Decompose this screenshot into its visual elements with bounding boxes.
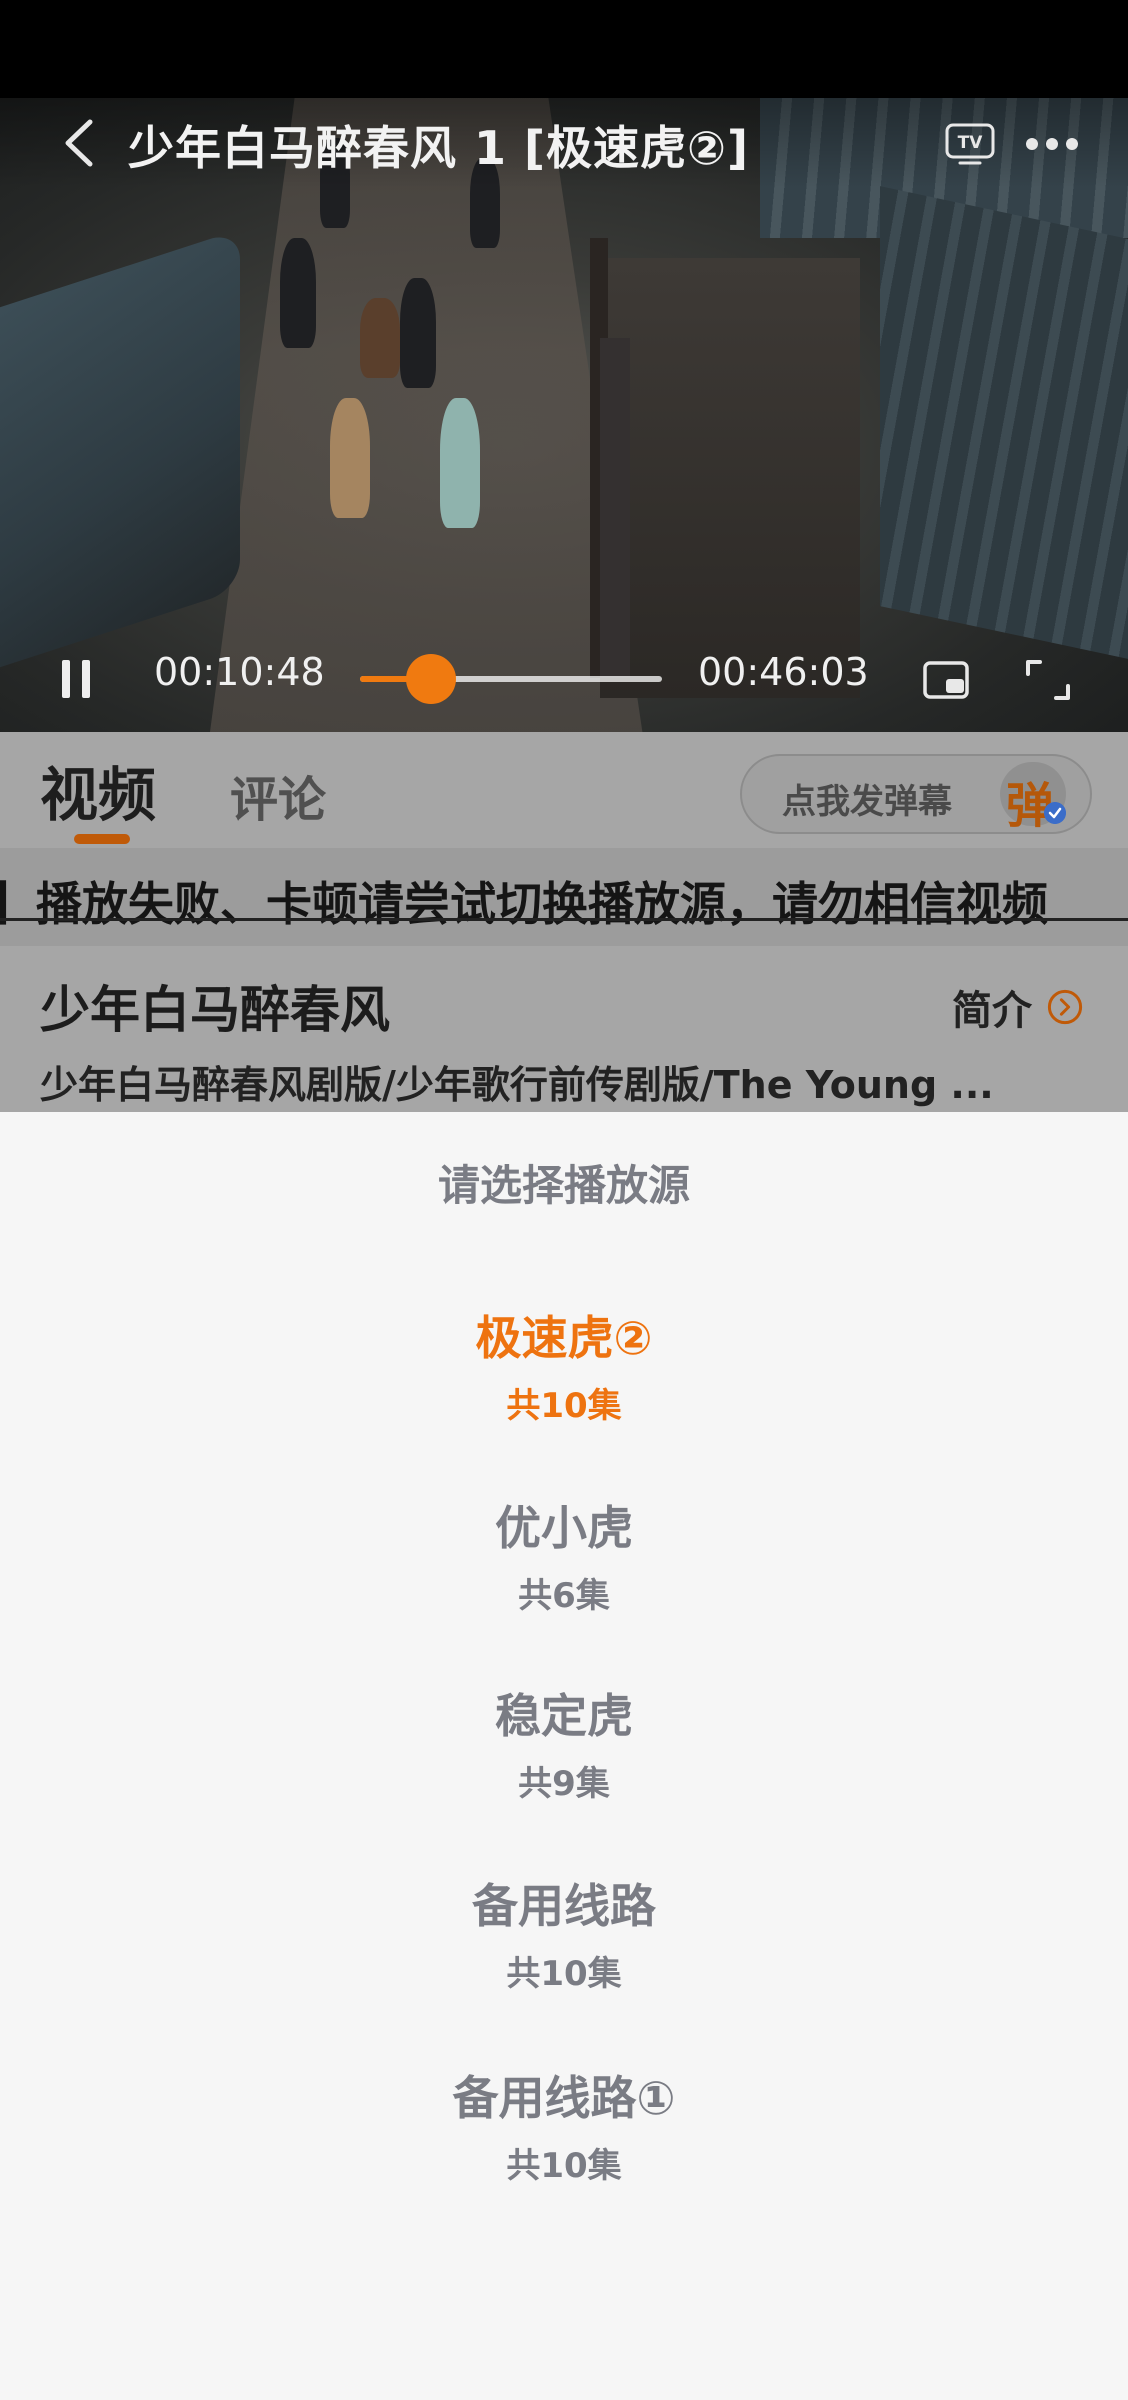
send-danmaku-button[interactable]: 点我发弹幕 弹: [740, 754, 1092, 834]
source-option-backup-line[interactable]: 备用线路 共10集: [0, 1870, 1128, 1995]
source-option-wendinghu[interactable]: 稳定虎 共9集: [0, 1680, 1128, 1805]
video-figure: [280, 238, 316, 348]
source-episode-count: 共10集: [506, 1954, 622, 1994]
danmaku-toggle-icon[interactable]: 弹: [1000, 762, 1066, 834]
show-title: 少年白马醉春风: [40, 981, 390, 1039]
total-time: 00:46:03: [698, 650, 869, 694]
video-scene-roof-left: [0, 229, 240, 687]
danmaku-label: 点我发弹幕: [782, 782, 952, 822]
tv-cast-icon[interactable]: TV: [944, 122, 996, 166]
chevron-right-circle-icon: [1047, 989, 1083, 1025]
back-chevron-icon[interactable]: [60, 118, 100, 168]
pause-icon[interactable]: [60, 660, 94, 698]
source-picker-sheet: 请选择播放源 极速虎② 共10集 优小虎 共6集 稳定虎 共9集 备用线路 共1…: [0, 1112, 1128, 2400]
fullscreen-icon[interactable]: [1024, 658, 1072, 702]
notice-underline: [0, 918, 1128, 921]
tab-video[interactable]: 视频: [40, 748, 156, 832]
video-scene-roof-right: [880, 186, 1128, 670]
source-episode-count: 共10集: [506, 2146, 622, 2186]
sheet-title: 请选择播放源: [437, 1161, 690, 1210]
source-name: 极速虎②: [475, 1311, 653, 1365]
source-name: 稳定虎: [495, 1689, 633, 1743]
source-option-youxiaohu[interactable]: 优小虎 共6集: [0, 1492, 1128, 1617]
source-name: 备用线路①: [452, 2071, 676, 2125]
video-figure: [400, 278, 436, 388]
progress-thumb[interactable]: [405, 654, 456, 704]
video-figure: [360, 298, 400, 378]
source-episode-count: 共6集: [518, 1576, 610, 1616]
intro-label: 简介: [952, 988, 1032, 1034]
video-figure: [440, 398, 480, 528]
show-alt-names: 少年白马醉春风剧版/少年歌行前传剧版/The Young ...: [40, 1063, 994, 1107]
video-figure: [330, 398, 370, 518]
more-dots-icon[interactable]: [1022, 124, 1082, 164]
source-option-jisuhu2[interactable]: 极速虎② 共10集: [0, 1302, 1128, 1427]
tab-comments[interactable]: 评论: [230, 760, 326, 830]
intro-button[interactable]: 简介: [952, 978, 1083, 1034]
source-episode-count: 共9集: [518, 1764, 610, 1804]
picture-in-picture-icon[interactable]: [922, 660, 970, 700]
progress-slider[interactable]: [360, 654, 662, 704]
notice-marquee: 】播放失败、卡顿请尝试切换播放源，请勿相信视频: [0, 848, 1128, 946]
check-badge-icon: [1044, 802, 1066, 824]
current-time: 00:10:48: [154, 650, 325, 694]
status-bar: [0, 0, 1128, 98]
active-tab-indicator: [74, 834, 130, 844]
source-name: 优小虎: [495, 1501, 633, 1555]
source-episode-count: 共10集: [506, 1386, 622, 1426]
danmaku-icon-char: 弹: [1006, 778, 1055, 834]
video-title: 少年白马醉春风 1 [极速虎②]: [128, 121, 750, 175]
tv-icon-label: TV: [958, 133, 984, 153]
source-option-backup-line-1[interactable]: 备用线路① 共10集: [0, 2062, 1128, 2187]
notice-text: 】播放失败、卡顿请尝试切换播放源，请勿相信视频: [0, 877, 1048, 931]
source-name: 备用线路: [472, 1879, 656, 1933]
